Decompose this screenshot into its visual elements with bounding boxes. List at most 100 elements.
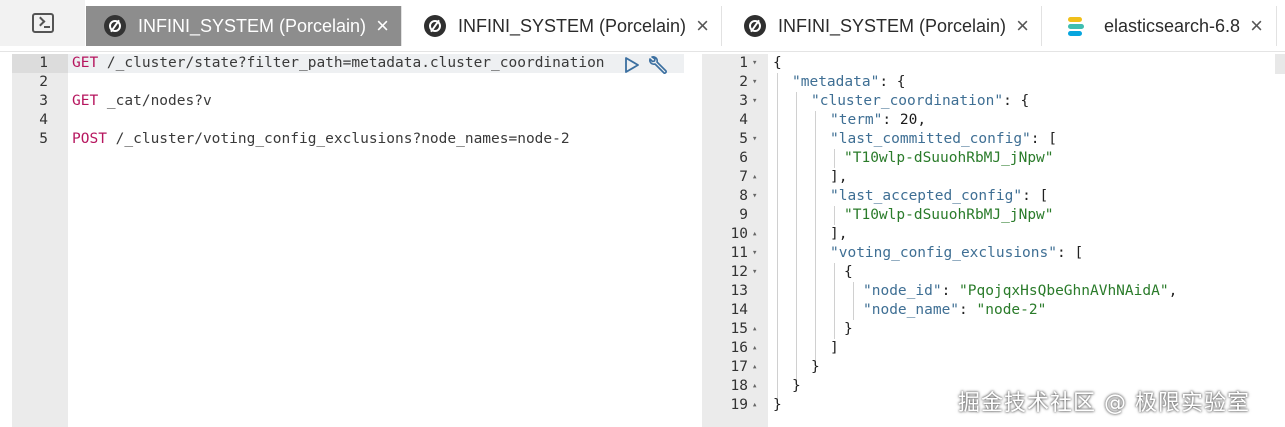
tab-elasticsearch-6-8[interactable]: elasticsearch-6.8 × [1046,6,1277,46]
response-line-4: 4 "term": 20, [702,111,1285,130]
infini-logo-icon [424,15,446,37]
request-line-1[interactable]: 1 GET /_cluster/state?filter_path=metada… [12,54,684,73]
tab-bar: INFINI_SYSTEM (Porcelain) × INFINI_SYSTE… [0,0,1285,52]
json-key: "term" [830,112,883,128]
request-editor[interactable]: 1 GET /_cluster/state?filter_path=metada… [12,54,684,427]
fold-icon[interactable]: ▾ [752,130,757,149]
tab-label: elasticsearch-6.8 [1104,15,1241,36]
line-number: 13 [730,283,748,299]
response-viewer[interactable]: 1 ▾ { 2 ▾ "metadata": { 3 ▾ "cluster_coo… [702,54,1285,427]
line-number: 17 [730,359,748,375]
request-line-4[interactable]: 4 [12,111,684,130]
response-line-8: 8 ▾ "last_accepted_config": [ [702,187,1285,206]
response-line-5: 5 ▾ "last_committed_config": [ [702,130,1285,149]
line-number: 2 [739,74,748,90]
infini-logo-icon [744,15,766,37]
line-number: 12 [730,264,748,280]
line-number: 8 [739,188,748,204]
json-number: 20 [899,112,918,128]
line-number: 3 [39,93,48,109]
line-number: 16 [730,340,748,356]
tab-label: INFINI_SYSTEM (Porcelain) [778,15,1007,36]
line-number: 6 [739,150,748,166]
fold-icon[interactable]: ▴ [752,339,757,358]
response-line-1: 1 ▾ { [702,54,1285,73]
close-icon[interactable]: × [376,15,389,37]
line-number: 15 [730,321,748,337]
infini-logo-icon [104,15,126,37]
line-number: 3 [739,93,748,109]
response-line-14: 14 "node_name": "node-2" [702,301,1285,320]
fold-icon[interactable]: ▴ [752,396,757,415]
line-number: 1 [39,55,48,71]
fold-icon[interactable]: ▴ [752,320,757,339]
json-key: "cluster_coordination" [811,93,1004,109]
json-punct: { [773,55,782,71]
json-string: "PqojqxHsQbeGhnAVhNAidA" [959,283,1169,299]
fold-icon[interactable]: ▴ [752,225,757,244]
tab-label: INFINI_SYSTEM (Porcelain) [458,15,687,36]
fold-icon[interactable]: ▴ [752,168,757,187]
response-line-10: 10 ▴ ], [702,225,1285,244]
request-line-5[interactable]: 5 POST /_cluster/voting_config_exclusion… [12,130,684,149]
fold-icon[interactable]: ▾ [752,187,757,206]
terminal-icon [31,13,54,33]
close-icon[interactable]: × [1250,15,1263,37]
request-path: _cat/nodes?v [98,93,212,109]
fold-icon[interactable]: ▾ [752,73,757,92]
close-icon[interactable]: × [1016,15,1029,37]
fold-icon[interactable]: ▴ [752,358,757,377]
tab-infini-system-2[interactable]: INFINI_SYSTEM (Porcelain) × [406,6,722,46]
response-line-11: 11 ▾ "voting_config_exclusions": [ [702,244,1285,263]
json-key: "voting_config_exclusions" [830,245,1057,261]
line-number: 11 [730,245,748,261]
json-key: "metadata" [792,74,880,90]
line-number: 19 [730,397,748,413]
wrench-icon[interactable] [648,54,670,76]
play-icon[interactable] [624,56,642,74]
line-number: 10 [730,226,748,242]
tab-infini-system-3[interactable]: INFINI_SYSTEM (Porcelain) × [726,6,1042,46]
json-string: "T10wlp-dSuuohRbMJ_jNpw" [844,150,1054,166]
tab-label: INFINI_SYSTEM (Porcelain) [138,15,367,36]
request-actions [624,54,670,75]
watermark: 掘金技术社区 @ 极限实验室 [958,391,1250,416]
response-line-7: 7 ▴ ], [702,168,1285,187]
request-line-2[interactable]: 2 [12,73,684,92]
line-number: 5 [739,131,748,147]
response-line-17: 17 ▴ } [702,358,1285,377]
fold-icon[interactable]: ▾ [752,244,757,263]
scrollbar[interactable] [1275,54,1285,74]
line-number: 4 [39,112,48,128]
response-line-3: 3 ▾ "cluster_coordination": { [702,92,1285,111]
line-number: 4 [739,112,748,128]
json-string: "T10wlp-dSuuohRbMJ_jNpw" [844,207,1054,223]
json-key: "last_accepted_config" [830,188,1023,204]
response-line-9: 9 "T10wlp-dSuuohRbMJ_jNpw" [702,206,1285,225]
elasticsearch-logo-icon [1068,16,1088,36]
tab-infini-system-1[interactable]: INFINI_SYSTEM (Porcelain) × [86,6,402,46]
fold-icon[interactable]: ▾ [752,263,757,282]
line-number: 18 [730,378,748,394]
line-number: 2 [39,74,48,90]
response-line-6: 6 "T10wlp-dSuuohRbMJ_jNpw" [702,149,1285,168]
line-number: 14 [730,302,748,318]
close-icon[interactable]: × [696,15,709,37]
line-number: 9 [739,207,748,223]
http-method: GET [72,55,99,71]
json-key: "node_name" [863,302,960,318]
line-number: 7 [739,169,748,185]
http-method: POST [72,131,107,147]
fold-icon[interactable]: ▴ [752,377,757,396]
line-number: 5 [39,131,48,147]
console-button[interactable] [0,0,85,46]
fold-icon[interactable]: ▾ [752,92,757,111]
fold-icon[interactable]: ▾ [752,54,757,73]
response-line-13: 13 "node_id": "PqojqxHsQbeGhnAVhNAidA", [702,282,1285,301]
http-method: GET [72,93,99,109]
request-line-3[interactable]: 3 GET _cat/nodes?v [12,92,684,111]
json-string: "node-2" [976,302,1047,318]
line-number: 1 [739,55,748,71]
json-key: "node_id" [863,283,942,299]
response-line-12: 12 ▾ { [702,263,1285,282]
